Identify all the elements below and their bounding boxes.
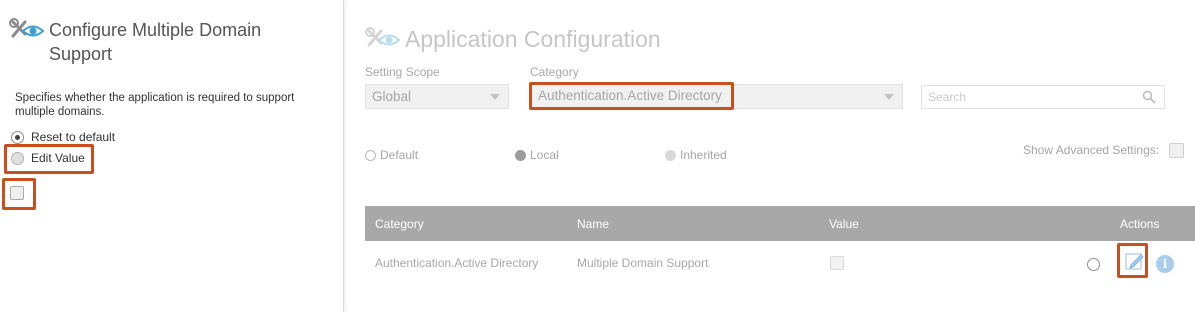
column-header-name[interactable]: Name [577, 217, 609, 231]
search-icon[interactable] [1142, 90, 1156, 104]
search-input[interactable] [922, 86, 1122, 108]
chevron-down-icon [490, 94, 500, 100]
value-checkbox-highlight [2, 178, 36, 210]
row-select-radio[interactable] [1087, 258, 1100, 271]
setting-scope-label: Setting Scope [365, 65, 440, 79]
application-configuration: Application Configuration Setting Scope … [345, 0, 1195, 312]
column-header-value[interactable]: Value [829, 217, 859, 231]
panel-title: Configure Multiple Domain Support [49, 20, 262, 64]
wrench-screwdriver-eye-icon [365, 27, 401, 47]
row-category: Authentication.Active Directory [375, 256, 539, 270]
table-header: Category Name Value Actions [365, 206, 1195, 241]
info-icon[interactable]: i [1156, 255, 1174, 273]
page-title: Application Configuration [405, 26, 661, 52]
show-advanced-checkbox[interactable] [1169, 143, 1184, 158]
category-highlight [529, 82, 734, 110]
chevron-down-icon [884, 94, 894, 100]
category-label: Category [530, 65, 579, 79]
column-header-category[interactable]: Category [375, 217, 424, 231]
edit-icon-highlight [1117, 243, 1148, 278]
configure-setting-panel: Configure Multiple Domain Support Specif… [0, 0, 344, 312]
row-name: Multiple Domain Support [577, 256, 709, 270]
reset-to-default-radio[interactable] [11, 130, 24, 144]
filter-local-label: Local [530, 148, 559, 162]
row-value-checkbox[interactable] [830, 256, 844, 270]
setting-description: Specifies whether the application is req… [15, 92, 295, 118]
filter-inherited[interactable]: Inherited [665, 148, 727, 162]
edit-value-highlight [4, 144, 94, 174]
filter-default-radio[interactable] [365, 149, 376, 161]
filter-default-label: Default [380, 148, 419, 162]
reset-to-default-option[interactable]: Reset to default [11, 130, 115, 144]
setting-scope-value: Global [372, 89, 412, 104]
table-row[interactable]: Authentication.Active Directory Multiple… [365, 241, 1195, 285]
column-header-actions: Actions [1120, 217, 1160, 231]
filter-local-radio[interactable] [515, 149, 526, 161]
wrench-screwdriver-eye-icon [9, 18, 45, 38]
search-box[interactable] [921, 85, 1165, 109]
filter-default[interactable]: Default [365, 148, 418, 162]
filter-inherited-label: Inherited [680, 148, 727, 162]
filter-local[interactable]: Local [515, 148, 559, 162]
setting-scope-select[interactable]: Global [365, 84, 509, 109]
reset-to-default-label: Reset to default [31, 130, 116, 144]
filter-inherited-radio[interactable] [665, 149, 676, 161]
show-advanced-label: Show Advanced Settings: [1023, 143, 1160, 157]
